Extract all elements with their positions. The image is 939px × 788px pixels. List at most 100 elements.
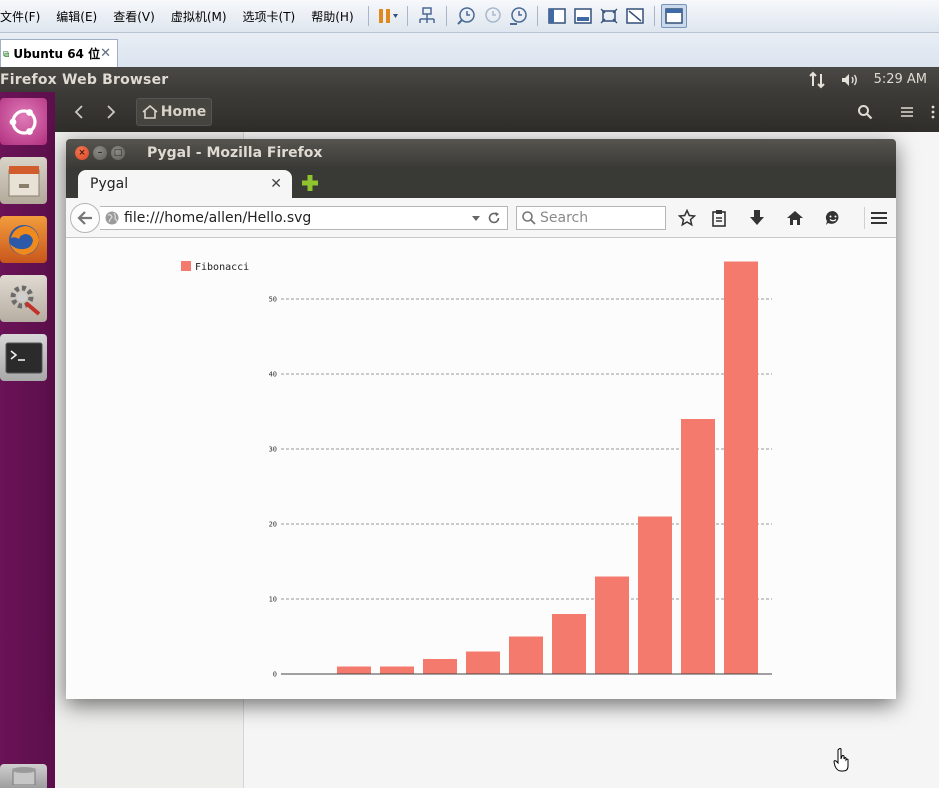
show-tabs-button[interactable] [660, 4, 687, 28]
vm-tab-ubuntu[interactable]: Ubuntu 64 位 ✕ [0, 39, 118, 67]
globe-icon [105, 211, 119, 225]
close-icon[interactable]: ✕ [100, 46, 111, 61]
bar-6[interactable] [552, 614, 586, 674]
reading-list-button[interactable] [708, 207, 730, 229]
unity-icon [625, 8, 644, 24]
dropdown-arrow-icon[interactable] [471, 214, 481, 222]
full-screen-button[interactable] [596, 4, 622, 28]
search-icon [858, 105, 873, 120]
url-bar[interactable]: file:///home/allen/Hello.svg [100, 206, 508, 230]
fibonacci-bar-chart: 0 10 20 30 40 50 Fibonacci [181, 261, 772, 679]
forward-button[interactable] [101, 98, 121, 126]
vmware-menubar: 文件(F) 编辑(E) 查看(V) 虚拟机(M) 选项卡(T) 帮助(H) [0, 0, 939, 33]
menu-vm[interactable]: 虚拟机(M) [163, 8, 235, 25]
menu-edit[interactable]: 编辑(E) [48, 8, 105, 25]
unity-button[interactable] [622, 4, 648, 28]
y-axis-ticks: 0 10 20 30 40 50 [269, 296, 277, 679]
y-tick-label: 50 [269, 296, 277, 304]
search-bar[interactable] [516, 206, 666, 230]
chevron-left-icon [74, 105, 83, 119]
files-launcher[interactable] [0, 157, 47, 204]
bar-7[interactable] [595, 576, 629, 675]
vmware-tabbar: Ubuntu 64 位 ✕ [0, 33, 939, 67]
search-icon [522, 211, 536, 225]
trash-launcher[interactable] [0, 764, 47, 788]
hello-button[interactable] [822, 207, 844, 229]
menu-help[interactable]: 帮助(H) [303, 8, 361, 25]
bar-4[interactable] [466, 651, 500, 675]
bar-2[interactable] [380, 666, 414, 675]
gear-icon [10, 285, 40, 316]
back-button[interactable] [70, 203, 100, 233]
home-button[interactable] [784, 207, 806, 229]
window-minimize-button[interactable]: – [93, 146, 107, 160]
search-input[interactable] [537, 210, 660, 226]
clock[interactable]: 5:29 AM [874, 72, 927, 87]
terminal-launcher[interactable] [0, 334, 47, 381]
home-icon [787, 211, 803, 225]
search-button[interactable] [851, 98, 879, 126]
show-library-button[interactable] [544, 4, 570, 28]
bars [337, 261, 758, 675]
more-icon [931, 105, 935, 119]
dash-home-button[interactable] [0, 98, 47, 145]
window-title: Pygal - Mozilla Firefox [147, 145, 323, 161]
chevron-right-icon [107, 105, 116, 119]
y-tick-label: 20 [269, 521, 277, 529]
volume-icon[interactable] [840, 72, 860, 88]
open-menu-button[interactable] [864, 207, 893, 229]
list-icon [901, 107, 913, 117]
bar-3[interactable] [423, 659, 457, 674]
clipboard-icon [712, 210, 726, 227]
downloads-button[interactable] [746, 207, 768, 229]
back-button[interactable] [69, 98, 89, 126]
console-view-icon [573, 8, 592, 24]
quick-switch-button[interactable] [570, 4, 596, 28]
bar-9[interactable] [681, 419, 715, 674]
snapshot-button[interactable] [453, 4, 479, 28]
page-content: 0 10 20 30 40 50 Fibonacci [66, 238, 896, 699]
plus-icon [302, 175, 318, 191]
menu-tabs[interactable]: 选项卡(T) [235, 8, 304, 25]
star-icon [678, 209, 696, 227]
reload-icon[interactable] [487, 211, 501, 225]
revert-snapshot-button[interactable] [479, 4, 505, 28]
vm-icon [3, 50, 10, 57]
window-close-button[interactable]: × [75, 146, 89, 160]
bar-8[interactable] [638, 516, 672, 675]
menu-button[interactable] [927, 98, 939, 126]
network-arrows-icon[interactable] [808, 71, 826, 89]
url-text[interactable]: file:///home/allen/Hello.svg [124, 210, 311, 226]
bar-5[interactable] [509, 636, 543, 675]
firefox-launcher[interactable] [0, 216, 47, 263]
trash-icon [11, 767, 36, 785]
send-ctrl-alt-del-button[interactable] [414, 4, 440, 28]
snapshot-icon [456, 7, 475, 25]
new-tab-button[interactable] [300, 173, 320, 193]
toolbar-separator [536, 6, 538, 26]
system-settings-launcher[interactable] [0, 275, 47, 322]
active-app-title: Firefox Web Browser [0, 71, 169, 88]
ubuntu-logo-icon [9, 108, 37, 135]
revert-snapshot-icon [484, 7, 501, 23]
window-maximize-button[interactable]: □ [111, 146, 125, 160]
pause-icon [378, 9, 398, 23]
home-label: Home [160, 104, 207, 120]
download-arrow-icon [750, 210, 764, 225]
hand-cursor-icon [833, 748, 849, 772]
menu-view[interactable]: 查看(V) [105, 8, 163, 25]
firefox-window: × – □ Pygal - Mozilla Firefox Pygal ✕ fi… [66, 139, 896, 699]
snapshot-manager-button[interactable] [505, 4, 531, 28]
tab-close-icon[interactable]: ✕ [270, 176, 282, 192]
tab-pygal[interactable]: Pygal ✕ [78, 170, 292, 198]
firefox-tabstrip: Pygal ✕ [66, 167, 896, 198]
list-view-button[interactable] [897, 98, 917, 126]
bar-1[interactable] [337, 666, 371, 675]
bookmark-star-button[interactable] [676, 207, 698, 229]
home-icon [142, 105, 158, 119]
pause-button[interactable] [375, 4, 401, 28]
bar-10[interactable] [724, 261, 758, 675]
maximize-icon: □ [113, 147, 123, 158]
home-breadcrumb[interactable]: Home [136, 98, 212, 126]
menu-file[interactable]: 文件(F) [0, 8, 48, 25]
